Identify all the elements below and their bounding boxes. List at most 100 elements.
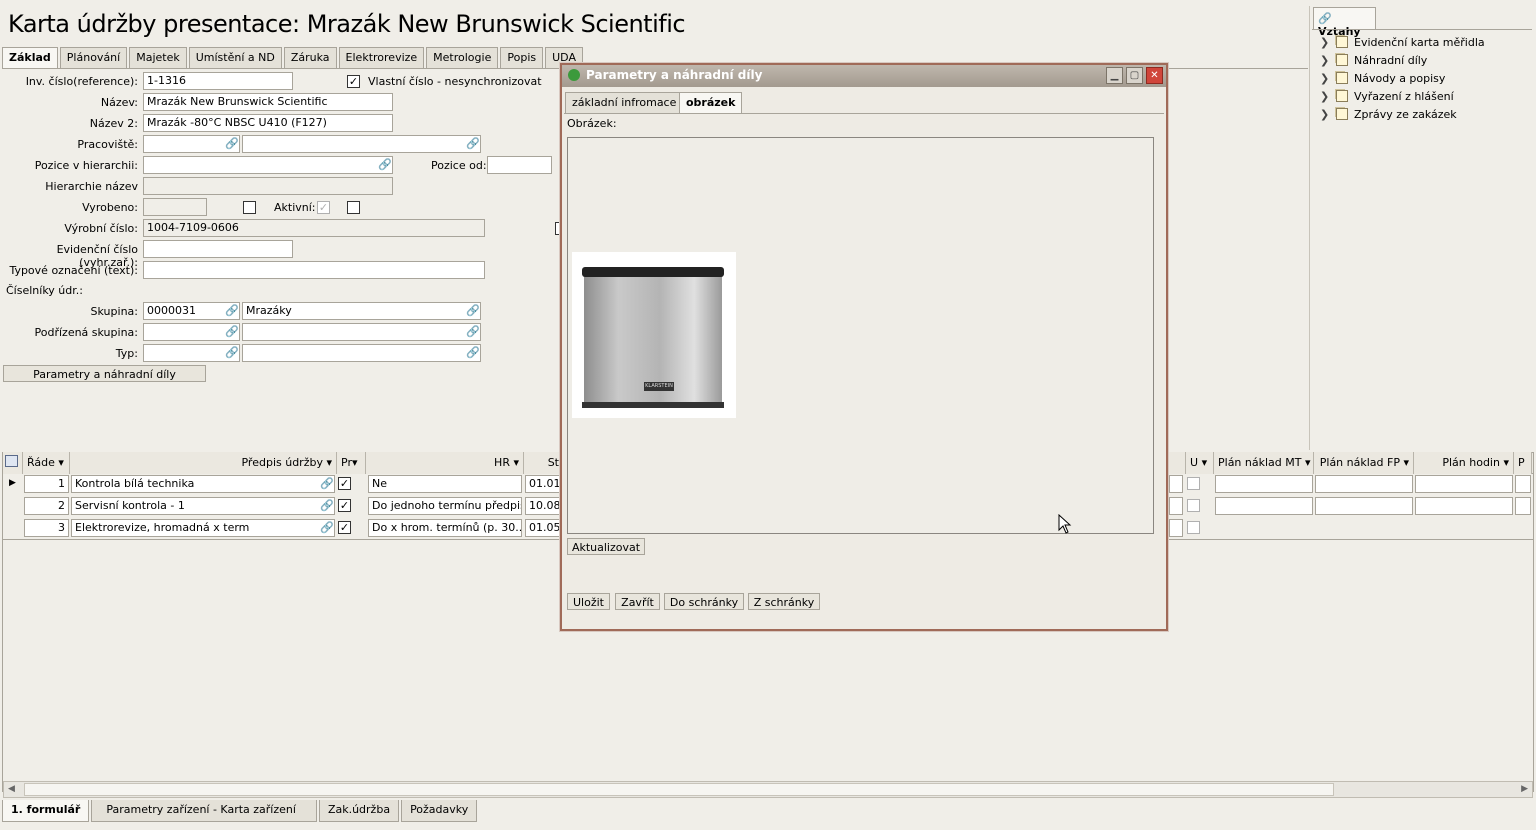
table-row-number[interactable]: 1 bbox=[24, 475, 69, 493]
nazev2-field[interactable]: Mrazák -80°C NBSC U410 (F127) bbox=[143, 114, 393, 132]
table-row-plan-fp[interactable] bbox=[1315, 475, 1413, 493]
dropdown-arrow-icon[interactable]: ▾ bbox=[352, 456, 358, 469]
link-icon[interactable]: 🔗 bbox=[466, 326, 480, 338]
dropdown-arrow-icon[interactable]: ▾ bbox=[513, 456, 519, 469]
save-button[interactable]: Uložit bbox=[567, 593, 610, 610]
chevron-right-icon[interactable]: ❯ bbox=[1320, 72, 1336, 85]
panel-splitter[interactable] bbox=[1309, 6, 1310, 450]
tab-majetek[interactable]: Majetek bbox=[129, 47, 187, 68]
tab-metrologie[interactable]: Metrologie bbox=[426, 47, 499, 68]
grid-header-plan-fp[interactable]: Plán náklad FP ▾ bbox=[1314, 452, 1414, 474]
table-row-cell[interactable] bbox=[1169, 475, 1183, 493]
podrizena-name-field[interactable]: 🔗 bbox=[242, 323, 481, 341]
table-row-plan-hodin[interactable] bbox=[1415, 475, 1513, 493]
link-icon[interactable]: 🔗 bbox=[225, 326, 239, 338]
table-row-st[interactable]: 01.05. bbox=[525, 519, 563, 537]
link-icon[interactable]: 🔗 bbox=[466, 347, 480, 359]
grid-header-p[interactable]: P bbox=[1514, 452, 1532, 474]
vyrobeno-field[interactable] bbox=[143, 198, 207, 216]
link-icon[interactable]: 🔗 bbox=[225, 347, 239, 359]
table-row-cell[interactable] bbox=[1169, 497, 1183, 515]
pozice-od-field[interactable] bbox=[487, 156, 552, 174]
table-row-plan-hodin[interactable] bbox=[1415, 497, 1513, 515]
table-row-p[interactable] bbox=[1515, 475, 1531, 493]
grid-header-predpis[interactable]: Předpis údržby ▾ bbox=[70, 452, 337, 474]
tab-umisteni[interactable]: Umístění a ND bbox=[188, 47, 282, 68]
extra-checkbox[interactable] bbox=[347, 201, 360, 214]
table-row-u-checkbox[interactable] bbox=[1187, 521, 1200, 534]
grid-header-plan-hodin[interactable]: Plán hodin ▾ bbox=[1414, 452, 1514, 474]
typ-name-field[interactable]: 🔗 bbox=[242, 344, 481, 362]
chevron-right-icon[interactable]: ❯ bbox=[1320, 54, 1336, 67]
link-icon[interactable]: 🔗 bbox=[466, 305, 480, 317]
table-row-st[interactable]: 01.01. bbox=[525, 475, 563, 493]
tab-pozadavky[interactable]: Požadavky bbox=[401, 800, 478, 822]
dropdown-arrow-icon[interactable]: ▾ bbox=[1403, 456, 1409, 469]
grid-header-st[interactable]: St bbox=[524, 452, 564, 474]
minimize-icon[interactable]: ▁ bbox=[1106, 67, 1123, 84]
dropdown-arrow-icon[interactable]: ▾ bbox=[1202, 456, 1208, 469]
tab-zak-udrzba[interactable]: Zak.údržba bbox=[318, 800, 400, 822]
tab-zaruka[interactable]: Záruka bbox=[283, 47, 337, 68]
link-icon[interactable]: 🔗 bbox=[378, 159, 392, 171]
table-row-pr-checkbox[interactable]: ✓ bbox=[338, 521, 351, 534]
tab-elektrorevize[interactable]: Elektrorevize bbox=[338, 47, 425, 68]
link-icon[interactable]: 🔗 bbox=[320, 522, 334, 534]
grid-header-rade[interactable]: Řáde ▾ bbox=[23, 452, 70, 474]
table-row-pr-checkbox[interactable]: ✓ bbox=[338, 477, 351, 490]
tab-zaklad[interactable]: Základ bbox=[2, 47, 58, 69]
typ-code-field[interactable]: 🔗 bbox=[143, 344, 240, 362]
table-row-number[interactable]: 2 bbox=[24, 497, 69, 515]
horizontal-scrollbar[interactable]: ◀ ▶ bbox=[3, 781, 1533, 798]
link-icon[interactable]: 🔗 bbox=[225, 138, 239, 150]
grid-header-pr[interactable]: Pr▾ bbox=[337, 452, 366, 474]
table-row-predpis[interactable]: Elektrorevize, hromadná x term 🔗 bbox=[71, 519, 335, 537]
params-button[interactable]: Parametry a náhradní díly bbox=[3, 365, 206, 382]
scroll-left-icon[interactable]: ◀ bbox=[8, 784, 15, 794]
table-row-cell[interactable] bbox=[1169, 519, 1183, 537]
dropdown-arrow-icon[interactable]: ▾ bbox=[1503, 456, 1509, 469]
from-clipboard-button[interactable]: Z schránky bbox=[748, 593, 820, 610]
nazev-field[interactable]: Mrazák New Brunswick Scientific bbox=[143, 93, 393, 111]
maximize-icon[interactable]: ▢ bbox=[1126, 67, 1143, 84]
inv-field[interactable]: 1-1316 bbox=[143, 72, 293, 90]
dropdown-arrow-icon[interactable]: ▾ bbox=[58, 456, 64, 469]
table-row-u-checkbox[interactable] bbox=[1187, 499, 1200, 512]
relation-item[interactable]: ❯ Návody a popisy bbox=[1320, 69, 1445, 87]
typove-field[interactable] bbox=[143, 261, 485, 279]
table-row-pr-checkbox[interactable]: ✓ bbox=[338, 499, 351, 512]
image-area[interactable]: KLARSTEIN bbox=[567, 137, 1154, 534]
table-row-number[interactable]: 3 bbox=[24, 519, 69, 537]
tab-parametry-zarizeni[interactable]: Parametry zařízení - Karta zařízení bbox=[91, 800, 317, 822]
link-icon[interactable]: 🔗 bbox=[225, 305, 239, 317]
dropdown-arrow-icon[interactable]: ▾ bbox=[326, 456, 332, 469]
dialog-tab-zakladni[interactable]: základní infromace bbox=[565, 92, 684, 113]
dialog-tab-obrazek[interactable]: obrázek bbox=[679, 92, 743, 113]
grid-header-hr[interactable]: HR ▾ bbox=[366, 452, 524, 474]
to-clipboard-button[interactable]: Do schránky bbox=[664, 593, 744, 610]
table-row-st[interactable]: 10.08. bbox=[525, 497, 563, 515]
close-button[interactable]: Zavřít bbox=[615, 593, 660, 610]
relation-item[interactable]: ❯ Evidenční karta měřidla bbox=[1320, 33, 1485, 51]
table-row-plan-fp[interactable] bbox=[1315, 497, 1413, 515]
tab-formular[interactable]: 1. formulář bbox=[2, 800, 90, 822]
link-icon[interactable]: 🔗 bbox=[320, 478, 334, 490]
chevron-right-icon[interactable]: ❯ bbox=[1320, 36, 1336, 49]
dropdown-arrow-icon[interactable]: ▾ bbox=[1305, 456, 1311, 469]
tab-planovani[interactable]: Plánování bbox=[59, 47, 128, 68]
vyrobeno-checkbox[interactable] bbox=[243, 201, 256, 214]
skupina-code-field[interactable]: 0000031 🔗 bbox=[143, 302, 240, 320]
grid-settings-icon[interactable] bbox=[3, 452, 23, 474]
close-icon[interactable]: ✕ bbox=[1146, 67, 1163, 84]
table-row-hr[interactable]: Do jednoho termínu předpisu bbox=[368, 497, 522, 515]
tab-popis[interactable]: Popis bbox=[500, 47, 544, 68]
relation-item[interactable]: ❯ Vyřazení z hlášení bbox=[1320, 87, 1454, 105]
skupina-name-field[interactable]: Mrazáky 🔗 bbox=[242, 302, 481, 320]
scrollbar-thumb[interactable] bbox=[24, 783, 1334, 796]
dialog-titlebar[interactable]: Parametry a náhradní díly ▁ ▢ ✕ bbox=[562, 65, 1166, 87]
vyrobni-field[interactable]: 1004-7109-0606 bbox=[143, 219, 485, 237]
relation-item[interactable]: ❯ Zprávy ze zakázek bbox=[1320, 105, 1457, 123]
table-row-predpis[interactable]: Kontrola bílá technika 🔗 bbox=[71, 475, 335, 493]
pozice-field[interactable]: 🔗 bbox=[143, 156, 393, 174]
pracoviste-code-field[interactable]: 🔗 bbox=[143, 135, 240, 153]
